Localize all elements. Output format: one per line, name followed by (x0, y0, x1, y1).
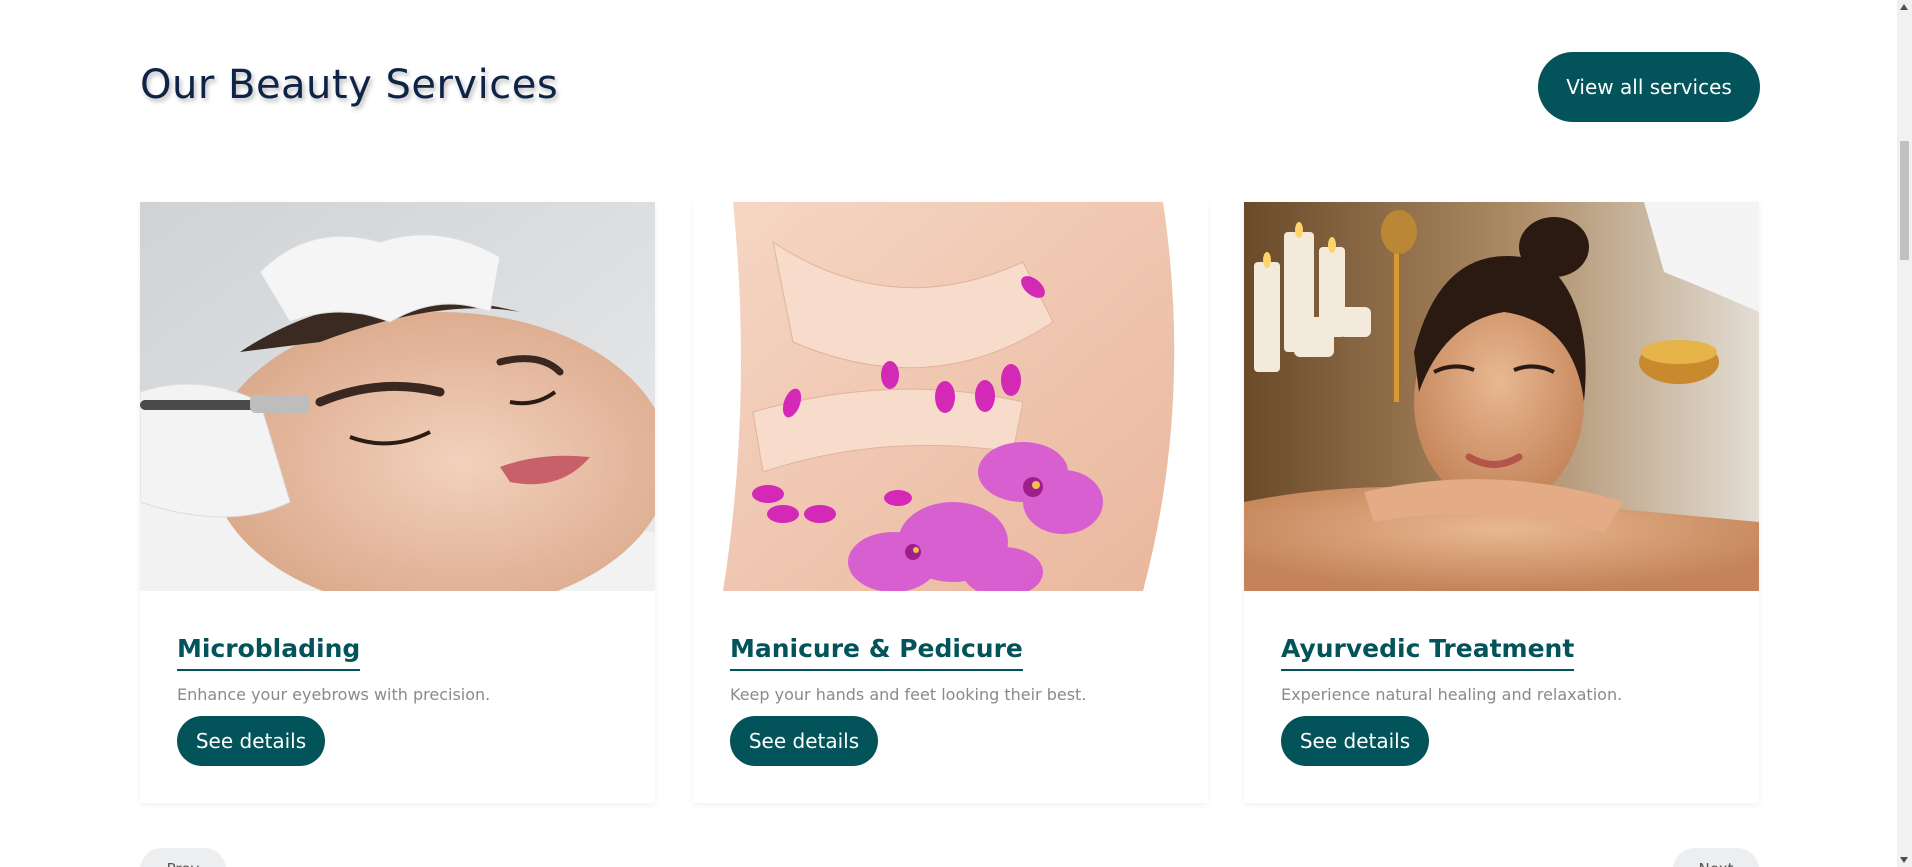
service-title: Manicure & Pedicure (730, 634, 1023, 671)
page-scrollbar[interactable] (1897, 0, 1912, 867)
ayurvedic-photo (1244, 202, 1759, 591)
service-description: Keep your hands and feet looking their b… (730, 685, 1087, 704)
service-card-ayurvedic-treatment: Ayurvedic Treatment Experience natural h… (1244, 202, 1759, 803)
service-card-manicure-pedicure: Manicure & Pedicure Keep your hands and … (693, 202, 1208, 803)
microblading-photo (140, 202, 655, 591)
services-section: Our Beauty Services View all services Mi… (0, 0, 1912, 867)
scroll-up-arrow-icon[interactable] (1900, 4, 1908, 10)
see-details-button[interactable]: See details (177, 716, 325, 766)
see-details-button[interactable]: See details (730, 716, 878, 766)
service-description: Enhance your eyebrows with precision. (177, 685, 491, 704)
service-card-microblading: Microblading Enhance your eyebrows with … (140, 202, 655, 803)
service-description: Experience natural healing and relaxatio… (1281, 685, 1623, 704)
scroll-thumb[interactable] (1900, 141, 1909, 260)
manicure-photo (693, 202, 1208, 591)
service-title: Microblading (177, 634, 361, 671)
see-details-button[interactable]: See details (1281, 716, 1429, 766)
service-title: Ayurvedic Treatment (1281, 634, 1575, 671)
view-all-services-button[interactable]: View all services (1538, 52, 1760, 122)
section-title: Our Beauty Services (140, 62, 559, 108)
scroll-down-arrow-icon[interactable] (1900, 857, 1908, 863)
prev-button[interactable]: Prev (140, 848, 226, 867)
next-button[interactable]: Next (1673, 848, 1759, 867)
